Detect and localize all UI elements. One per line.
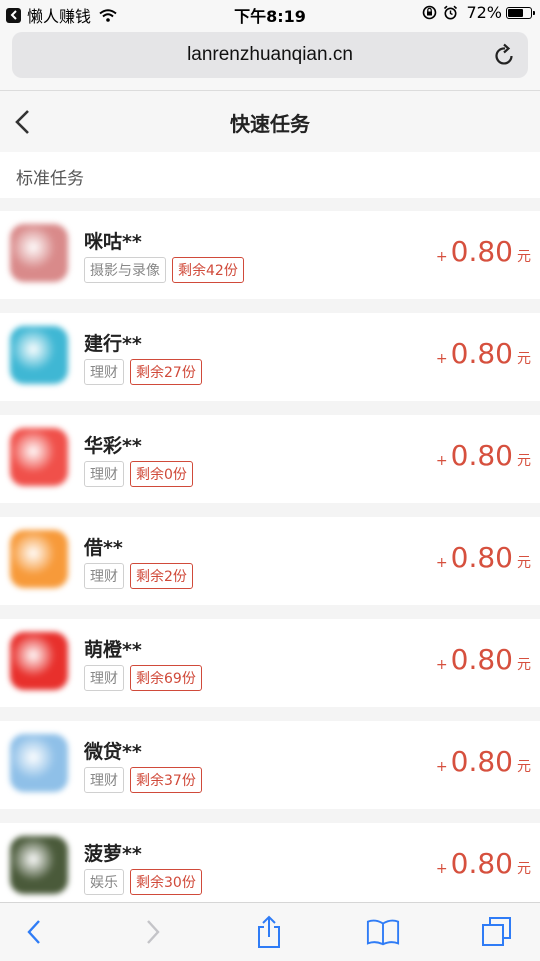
browser-toolbar [0, 902, 540, 961]
task-item[interactable]: 借** 理财 剩余2份 +0.80 元 [0, 517, 540, 605]
reward-value: 0.80 [450, 643, 513, 676]
reward-plus: + [435, 555, 448, 571]
task-item[interactable]: 华彩** 理财 剩余0份 +0.80 元 [0, 415, 540, 503]
status-right: 72% [416, 3, 535, 22]
task-tags: 理财 剩余0份 [84, 461, 193, 487]
task-app-icon [10, 632, 68, 690]
bookmarks-icon[interactable] [366, 915, 400, 949]
reward-unit: 元 [517, 453, 531, 469]
page-title: 快速任务 [230, 112, 310, 136]
task-tags: 摄影与录像 剩余42份 [84, 257, 244, 283]
reward-value: 0.80 [450, 235, 513, 268]
reward-unit: 元 [517, 657, 531, 673]
reward-amount: +0.80 元 [436, 337, 531, 370]
task-tags: 理财 剩余2份 [84, 563, 193, 589]
reward-value: 0.80 [450, 337, 513, 370]
task-app-icon [10, 530, 68, 588]
category-tag: 理财 [84, 563, 124, 589]
task-name: 建行** [84, 333, 142, 355]
reward-unit: 元 [517, 759, 531, 775]
nav-header: 快速任务 [0, 90, 540, 153]
reward-plus: + [435, 453, 448, 469]
reward-amount: +0.80 元 [436, 541, 531, 574]
reward-unit: 元 [517, 555, 531, 571]
remaining-badge: 剩余42份 [172, 257, 244, 283]
reward-plus: + [435, 759, 448, 775]
forward-arrow-icon[interactable] [136, 915, 170, 949]
task-name: 借** [84, 537, 123, 559]
task-item[interactable]: 菠萝** 娱乐 剩余30份 +0.80 元 [0, 823, 540, 911]
alarm-icon [443, 5, 458, 20]
remaining-badge: 剩余30份 [130, 869, 202, 895]
task-app-icon [10, 326, 68, 384]
reward-value: 0.80 [450, 745, 513, 778]
task-app-icon [10, 836, 68, 894]
reward-unit: 元 [517, 861, 531, 877]
status-bar: 懒人赚钱 下午8:19 72% [0, 0, 540, 28]
reward-amount: +0.80 元 [436, 745, 531, 778]
reward-amount: +0.80 元 [436, 235, 531, 268]
task-tags: 娱乐 剩余30份 [84, 869, 202, 895]
reward-amount: +0.80 元 [436, 643, 531, 676]
battery-percent: 72% [466, 3, 502, 22]
reward-value: 0.80 [450, 847, 513, 880]
reward-plus: + [435, 351, 448, 367]
reward-plus: + [435, 861, 448, 877]
remaining-badge: 剩余27份 [130, 359, 202, 385]
reward-plus: + [435, 657, 448, 673]
reward-value: 0.80 [450, 439, 513, 472]
task-tags: 理财 剩余69份 [84, 665, 202, 691]
category-tag: 理财 [84, 359, 124, 385]
reload-icon[interactable] [494, 43, 516, 71]
task-app-icon [10, 428, 68, 486]
task-item[interactable]: 微贷** 理财 剩余37份 +0.80 元 [0, 721, 540, 809]
task-name: 微贷** [84, 741, 142, 763]
task-name: 咪咕** [84, 231, 142, 253]
task-item[interactable]: 咪咕** 摄影与录像 剩余42份 +0.80 元 [0, 211, 540, 299]
task-app-icon [10, 224, 68, 282]
remaining-badge: 剩余2份 [130, 563, 193, 589]
task-item[interactable]: 建行** 理财 剩余27份 +0.80 元 [0, 313, 540, 401]
reward-amount: +0.80 元 [436, 439, 531, 472]
share-icon[interactable] [252, 915, 286, 949]
task-app-icon [10, 734, 68, 792]
back-arrow-icon[interactable] [17, 915, 51, 949]
remaining-badge: 剩余37份 [130, 767, 202, 793]
category-tag: 理财 [84, 767, 124, 793]
orientation-lock-icon [422, 5, 437, 20]
address-bar[interactable]: lanrenzhuanqian.cn [12, 32, 528, 78]
section-label: 标准任务 [16, 169, 84, 189]
remaining-badge: 剩余69份 [130, 665, 202, 691]
category-tag: 摄影与录像 [84, 257, 166, 283]
task-name: 华彩** [84, 435, 142, 457]
reward-unit: 元 [517, 351, 531, 367]
address-bar-area: lanrenzhuanqian.cn [0, 28, 540, 90]
reward-amount: +0.80 元 [436, 847, 531, 880]
task-tags: 理财 剩余27份 [84, 359, 202, 385]
task-name: 萌橙** [84, 639, 142, 661]
task-tags: 理财 剩余37份 [84, 767, 202, 793]
url-text[interactable]: lanrenzhuanqian.cn [12, 44, 528, 66]
category-tag: 理财 [84, 665, 124, 691]
remaining-badge: 剩余0份 [130, 461, 193, 487]
task-item[interactable]: 萌橙** 理财 剩余69份 +0.80 元 [0, 619, 540, 707]
battery-icon [506, 6, 535, 19]
category-tag: 理财 [84, 461, 124, 487]
category-tag: 娱乐 [84, 869, 124, 895]
reward-value: 0.80 [450, 541, 513, 574]
reward-unit: 元 [517, 249, 531, 265]
task-name: 菠萝** [84, 843, 142, 865]
tabs-icon[interactable] [480, 915, 514, 949]
reward-plus: + [435, 249, 448, 265]
section-header: 标准任务 [0, 152, 540, 198]
